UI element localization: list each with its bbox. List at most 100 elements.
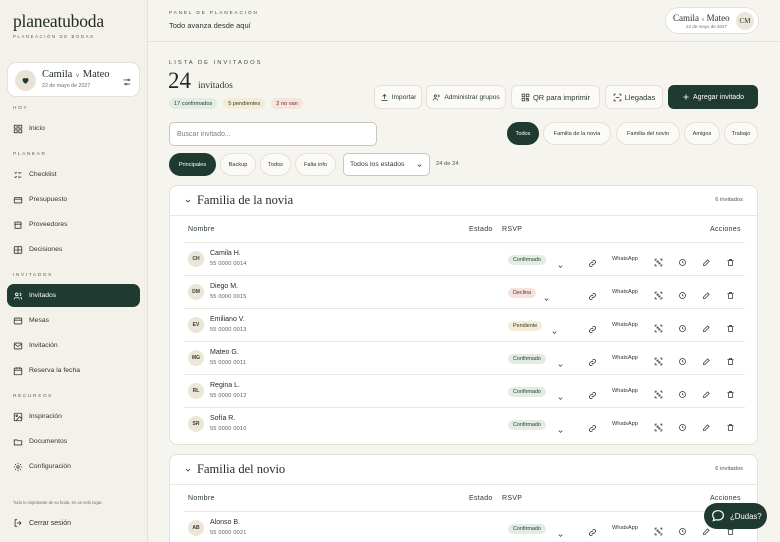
table-row[interactable]: CH Camila H. 55 0000 0014 Confirmado WhatsAp… (184, 242, 745, 275)
chevron-down-icon[interactable] (543, 290, 550, 308)
import-button[interactable]: Importar (374, 85, 422, 109)
trash-icon[interactable] (726, 254, 735, 272)
help-button[interactable]: ¿Dudas? (704, 503, 767, 529)
qr-scan-icon[interactable] (654, 320, 663, 338)
nav-item-inspiracion[interactable]: Inspiración (7, 405, 140, 428)
qr-scan-icon[interactable] (654, 287, 663, 305)
filter-tier-falta-info[interactable]: Falta info (295, 153, 336, 176)
couple-date-card[interactable]: Camila ∨ Mateo 22 de mayo de 2027 CM (665, 7, 759, 34)
status-badge[interactable]: Confirmado (508, 387, 546, 397)
status-badge[interactable]: Declina (508, 288, 536, 298)
link-icon[interactable] (588, 420, 597, 438)
whatsapp-button[interactable]: WhatsApp (612, 525, 638, 531)
edit-icon[interactable] (702, 254, 711, 272)
qr-scan-icon[interactable] (654, 254, 663, 272)
group-header[interactable]: Familia de la novia 6 invitados (170, 186, 757, 216)
clock-icon[interactable] (678, 287, 687, 305)
nav-item-decisiones[interactable]: Decisiones (7, 238, 140, 261)
edit-icon[interactable] (702, 320, 711, 338)
group-header[interactable]: Familia del novio 6 invitados (170, 455, 757, 485)
chevron-down-icon[interactable] (557, 356, 564, 374)
brand[interactable]: planeatuboda Planeación de bodas (13, 11, 104, 39)
table-row[interactable]: SR Sofía R. 55 0000 0010 Confirmado WhatsApp (184, 407, 745, 440)
chevron-down-icon[interactable] (557, 526, 564, 542)
link-icon[interactable] (588, 321, 597, 339)
status-badge[interactable]: Confirmado (508, 420, 546, 430)
clock-icon[interactable] (678, 320, 687, 338)
qr-scan-icon[interactable] (654, 419, 663, 437)
edit-icon[interactable] (702, 419, 711, 437)
chevron-down-icon[interactable] (557, 257, 564, 275)
arrivals-button[interactable]: Llegadas (605, 85, 663, 109)
nav-item-reserva-fecha[interactable]: Reserva la fecha (7, 359, 140, 382)
nav-item-invitacion[interactable]: Invitación (7, 334, 140, 357)
filter-group-amigos[interactable]: Amigos (684, 122, 720, 145)
trash-icon[interactable] (726, 386, 735, 404)
avatar[interactable]: CM (736, 12, 754, 30)
search-input[interactable]: Buscar invitado... (169, 122, 377, 146)
clock-icon[interactable] (678, 523, 687, 541)
whatsapp-button[interactable]: WhatsApp (612, 388, 638, 394)
filter-tier-todos[interactable]: Todos (260, 153, 291, 176)
whatsapp-button[interactable]: WhatsApp (612, 355, 638, 361)
nav-item-inicio[interactable]: Inicio (7, 117, 140, 140)
filter-group-trabajo[interactable]: Trabajo (724, 122, 758, 145)
edit-icon[interactable] (702, 287, 711, 305)
nav-item-invitados[interactable]: Invitados (7, 284, 140, 307)
qr-scan-icon[interactable] (654, 523, 663, 541)
trash-icon[interactable] (726, 320, 735, 338)
logout-button[interactable]: Cerrar sesión (13, 518, 71, 528)
link-icon[interactable] (588, 255, 597, 273)
status-select[interactable]: Todos los estados (343, 153, 430, 176)
table-row[interactable]: DM Diego M. 55 0000 0015 Declina WhatsApp (184, 275, 745, 308)
filter-tier-backup[interactable]: Backup (220, 153, 256, 176)
qr-scan-icon[interactable] (654, 386, 663, 404)
filter-group-todos[interactable]: Todos (507, 122, 539, 145)
clock-icon[interactable] (678, 386, 687, 404)
clock-icon[interactable] (678, 254, 687, 272)
clock-icon[interactable] (678, 419, 687, 437)
nav-item-documentos[interactable]: Documentos (7, 430, 140, 453)
nav-item-configuracion[interactable]: Configuración (7, 455, 140, 478)
status-badge[interactable]: Confirmado (508, 354, 546, 364)
chevron-down-icon[interactable] (551, 323, 558, 341)
table-row[interactable]: MG Mateo G. 55 0000 0011 Confirmado WhatsApp (184, 341, 745, 374)
whatsapp-button[interactable]: WhatsApp (612, 289, 638, 295)
filter-tier-principales[interactable]: Principales (169, 153, 216, 176)
add-guest-button[interactable]: Agregar invitado (668, 85, 758, 109)
nav-item-mesas[interactable]: Mesas (7, 309, 140, 332)
table-row[interactable]: EV Emiliano V. 55 0000 0013 Pendiente WhatsA… (184, 308, 745, 341)
status-badge[interactable]: Confirmado (508, 255, 546, 265)
filter-group-familia-novio[interactable]: Familia del novio (616, 122, 680, 145)
trash-icon[interactable] (726, 419, 735, 437)
trash-icon[interactable] (726, 353, 735, 371)
edit-icon[interactable] (702, 353, 711, 371)
table-row[interactable]: AB Alonso B. 55 0000 0021 Confirmado WhatsAp… (184, 511, 745, 542)
status-badge[interactable]: Confirmado (508, 524, 546, 534)
whatsapp-button[interactable]: WhatsApp (612, 256, 638, 262)
nav-item-proveedores[interactable]: Proveedores (7, 213, 140, 236)
table-row[interactable]: RL Regina L. 55 0000 0012 Confirmado WhatsAp… (184, 374, 745, 407)
trash-icon[interactable] (726, 287, 735, 305)
chevron-down-icon[interactable] (184, 466, 192, 474)
nav-item-presupuesto[interactable]: Presupuesto (7, 188, 140, 211)
edit-icon[interactable] (702, 386, 711, 404)
filter-group-familia-novia[interactable]: Familia de la novia (543, 122, 611, 145)
chevron-down-icon[interactable] (184, 197, 192, 205)
qr-scan-icon[interactable] (654, 353, 663, 371)
whatsapp-button[interactable]: WhatsApp (612, 421, 638, 427)
clock-icon[interactable] (678, 353, 687, 371)
status-badge[interactable]: Pendiente (508, 321, 543, 331)
nav-item-checklist[interactable]: Checklist (7, 163, 140, 186)
manage-groups-button[interactable]: Administrar grupos (426, 85, 506, 109)
chevron-down-icon[interactable] (557, 422, 564, 440)
sliders-icon[interactable] (122, 74, 132, 92)
link-icon[interactable] (588, 387, 597, 405)
link-icon[interactable] (588, 524, 597, 542)
print-qr-button[interactable]: QR para imprimir (511, 85, 600, 109)
whatsapp-button[interactable]: WhatsApp (612, 322, 638, 328)
link-icon[interactable] (588, 354, 597, 372)
couple-card[interactable]: Camila ∨ Mateo 22 de mayo de 2027 (7, 62, 140, 97)
chevron-down-icon[interactable] (557, 389, 564, 407)
link-icon[interactable] (588, 288, 597, 306)
